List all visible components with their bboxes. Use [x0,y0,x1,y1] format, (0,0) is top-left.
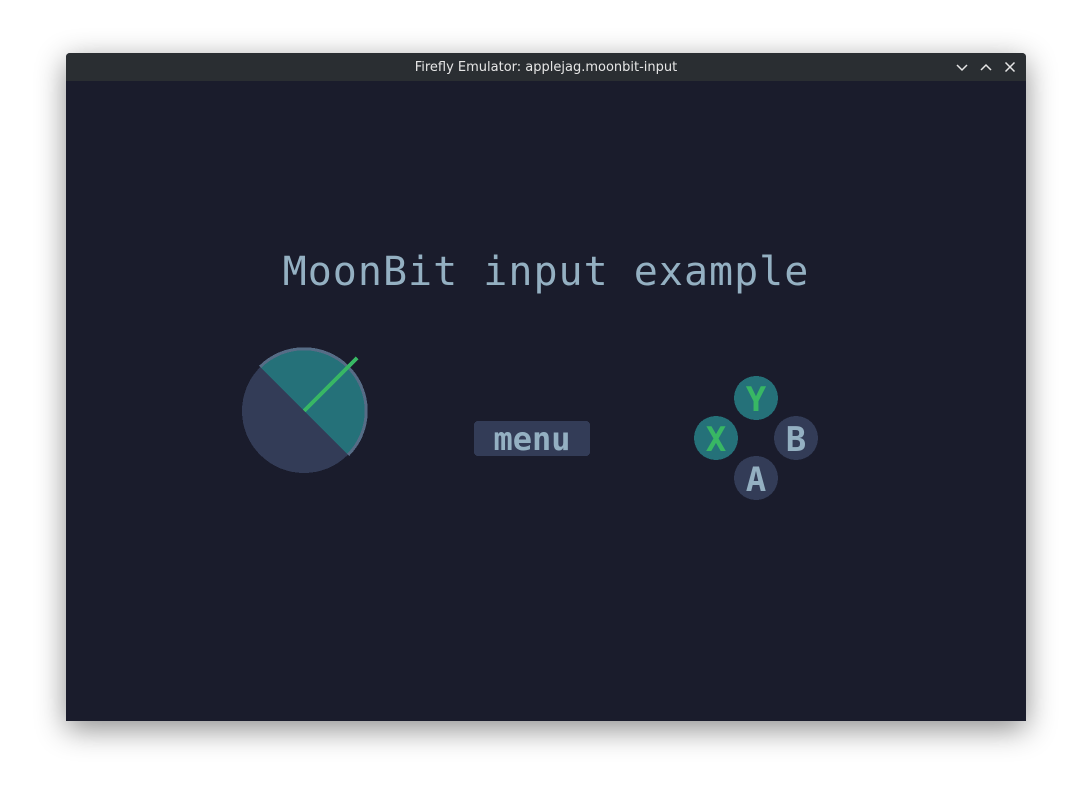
button-y: Y [734,376,778,420]
minimize-button[interactable] [952,57,972,77]
game-screen[interactable]: MoonBit input example menu Y X B A [66,81,1026,721]
close-icon [1004,61,1016,73]
title-bar[interactable]: Firefly Emulator: applejag.moonbit-input [66,53,1026,81]
button-a: A [734,456,778,500]
button-y-label: Y [746,380,767,420]
menu-button: menu [474,420,590,458]
minimize-icon [956,64,968,72]
maximize-icon [980,63,992,71]
button-b-label: B [786,420,806,460]
button-x: X [694,416,738,460]
button-x-label: X [706,420,727,460]
joystick-pad [242,347,368,473]
maximize-button[interactable] [976,57,996,77]
button-a-label: A [746,460,766,500]
menu-label: menu [493,420,570,458]
close-button[interactable] [1000,57,1020,77]
emulator-window: Firefly Emulator: applejag.moonbit-input… [66,53,1026,721]
window-title: Firefly Emulator: applejag.moonbit-input [414,59,678,75]
button-b: B [774,416,818,460]
